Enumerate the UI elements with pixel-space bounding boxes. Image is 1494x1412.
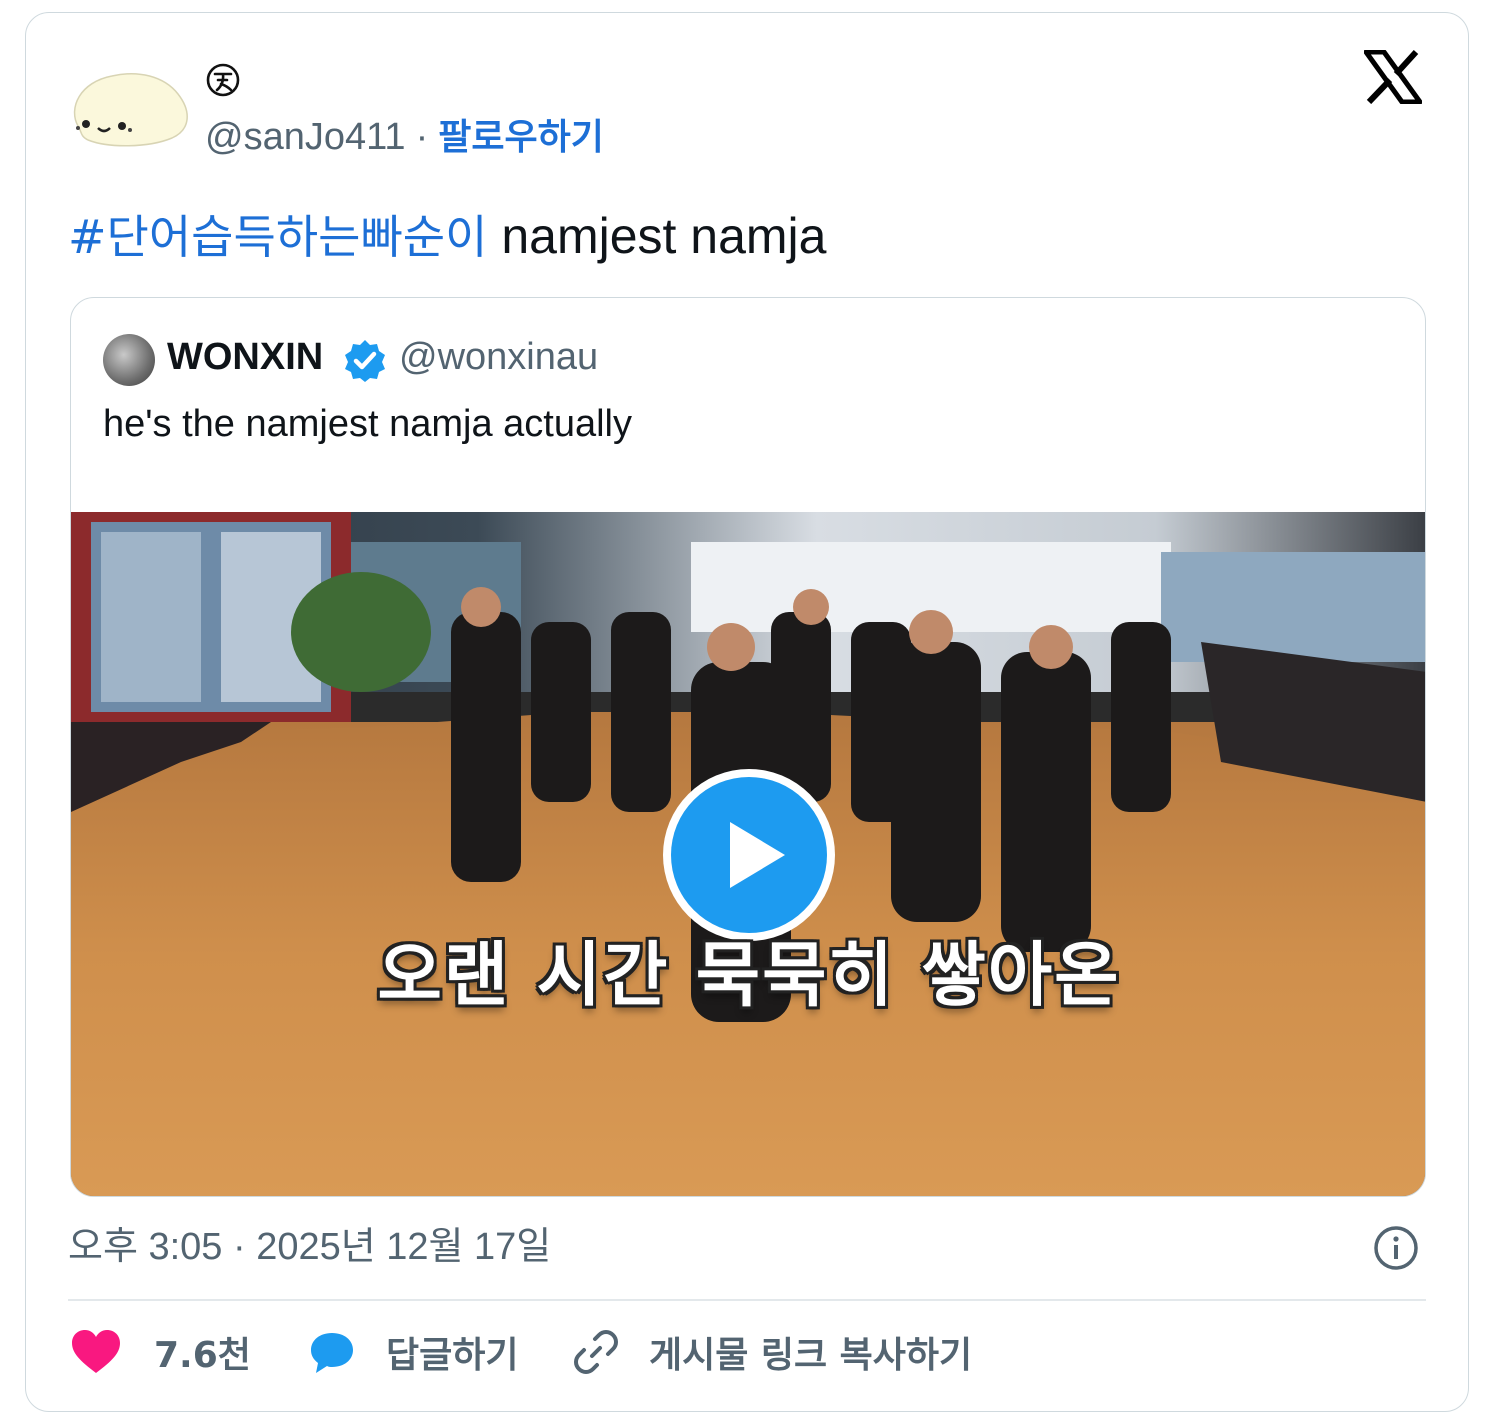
info-icon[interactable] [1373,1225,1419,1271]
follow-button[interactable]: 팔로우하기 [438,117,604,158]
reply-label: 답글하기 [386,1335,519,1376]
separator-dot: · [415,116,429,158]
actions-divider [68,1299,1426,1301]
x-logo-icon[interactable] [1364,50,1422,104]
quoted-text: he's the namjest namja actually [103,403,632,445]
copy-link-label: 게시물 링크 복사하기 [649,1335,973,1376]
quoted-avatar[interactable] [103,334,155,386]
video-player[interactable]: 오랜 시간 묵묵히 쌓아온 [71,512,1425,1196]
profile-badge-icon [206,63,240,97]
tweet-timestamp[interactable]: 오후 3:05 · 2025년 12월 17일 [68,1222,551,1272]
tweet-actions: 7.6천 답글하기 게시물 링크 복사하기 [68,1322,1428,1382]
top-strip [0,0,1494,10]
likes-count: 7.6천 [154,1335,251,1376]
tweet-text: #단어습득하는빠순이 namjest namja [68,205,826,268]
quoted-handle[interactable]: @wonxinau [399,332,598,382]
quoted-display-name[interactable]: WONXIN [167,332,323,382]
link-icon [574,1330,618,1374]
speech-bubble-icon [311,1333,353,1373]
video-subtitle: 오랜 시간 묵묵히 쌓아온 [377,934,1121,1016]
quoted-tweet[interactable]: WONXIN @wonxinau he's the namjest namja … [70,297,1426,1197]
hashtag-link[interactable]: #단어습득하는빠순이 [68,210,487,264]
tweet-body: namjest namja [487,208,827,264]
heart-icon [72,1330,120,1373]
play-icon[interactable] [660,766,838,944]
reply-button[interactable]: 답글하기 [308,1322,518,1382]
author-handle-line: @sanJo411 · 팔로우하기 [205,112,604,163]
author-avatar[interactable] [68,68,192,148]
author-handle[interactable]: @sanJo411 [205,116,406,158]
verified-badge-icon [345,340,385,382]
copy-link-button[interactable]: 게시물 링크 복사하기 [573,1322,972,1382]
like-button[interactable]: 7.6천 [68,1322,251,1382]
